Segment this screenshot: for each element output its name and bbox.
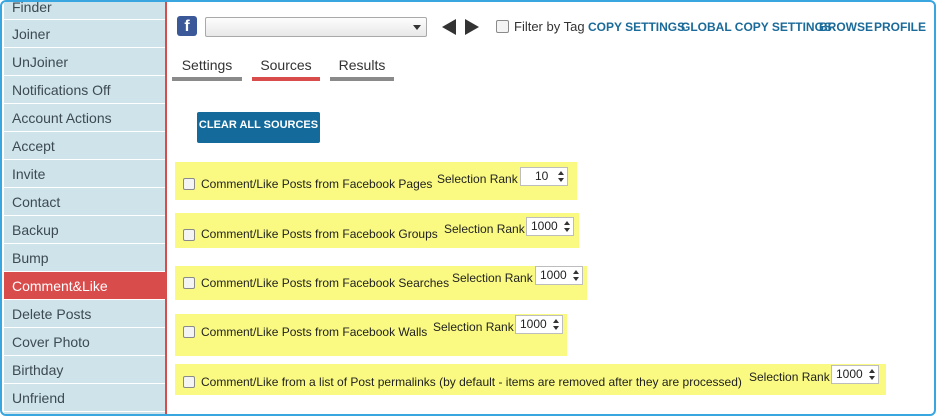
global-copy-settings-link[interactable]: GLOBAL COPY SETTINGS bbox=[681, 20, 832, 34]
sidebar-item-delete-posts[interactable]: Delete Posts bbox=[4, 300, 165, 328]
spinner-arrows-icon[interactable] bbox=[563, 220, 571, 234]
source-checkbox[interactable] bbox=[183, 178, 195, 190]
source-row-searches: Comment/Like Posts from Facebook Searche… bbox=[175, 266, 587, 300]
source-checkbox[interactable] bbox=[183, 326, 195, 338]
tab-sources[interactable]: Sources bbox=[252, 57, 320, 81]
browse-link[interactable]: BROWSE bbox=[819, 20, 873, 34]
clear-all-sources-button[interactable]: CLEAR ALL SOURCES bbox=[197, 112, 320, 143]
sidebar-item-backup[interactable]: Backup bbox=[4, 216, 165, 244]
selection-rank-value: 10 bbox=[535, 169, 549, 183]
selection-rank-stepper[interactable]: 1000 bbox=[515, 315, 563, 334]
source-checkbox[interactable] bbox=[183, 376, 195, 388]
source-label: Comment/Like Posts from Facebook Walls bbox=[201, 325, 428, 339]
tab-underline bbox=[172, 77, 242, 81]
chevron-down-icon bbox=[413, 25, 421, 30]
sidebar-item-finder[interactable]: Finder bbox=[4, 2, 165, 20]
sidebar-item-bump[interactable]: Bump bbox=[4, 244, 165, 272]
selection-rank-label: Selection Rank bbox=[444, 222, 525, 236]
sidebar-item-joiner[interactable]: Joiner bbox=[4, 20, 165, 48]
previous-account-button[interactable] bbox=[442, 19, 456, 35]
source-label: Comment/Like from a list of Post permali… bbox=[201, 375, 742, 389]
selection-rank-value: 1000 bbox=[520, 317, 547, 331]
spinner-arrows-icon[interactable] bbox=[572, 269, 580, 283]
sidebar-item-accept[interactable]: Accept bbox=[4, 132, 165, 160]
source-label: Comment/Like Posts from Facebook Groups bbox=[201, 227, 438, 241]
source-row-pages: Comment/Like Posts from Facebook Pages S… bbox=[175, 162, 577, 200]
copy-settings-link[interactable]: COPY SETTINGS bbox=[588, 20, 685, 34]
selection-rank-value: 1000 bbox=[540, 268, 567, 282]
selection-rank-label: Selection Rank bbox=[437, 172, 518, 186]
sidebar-item-birthday[interactable]: Birthday bbox=[4, 356, 165, 384]
source-label: Comment/Like Posts from Facebook Searche… bbox=[201, 276, 450, 290]
sidebar-item-unfriend[interactable]: Unfriend bbox=[4, 384, 165, 412]
tab-underline-active bbox=[252, 77, 320, 81]
source-checkbox[interactable] bbox=[183, 277, 195, 289]
sidebar-item-invite[interactable]: Invite bbox=[4, 160, 165, 188]
source-checkbox[interactable] bbox=[183, 229, 195, 241]
sidebar-item-unjoiner[interactable]: UnJoiner bbox=[4, 48, 165, 76]
app-frame: Finder Joiner UnJoiner Notifications Off… bbox=[0, 0, 936, 416]
sidebar-item-notifications-off[interactable]: Notifications Off bbox=[4, 76, 165, 104]
source-row-walls: Comment/Like Posts from Facebook Walls S… bbox=[175, 314, 567, 356]
next-account-button[interactable] bbox=[465, 19, 479, 35]
selection-rank-value: 1000 bbox=[531, 219, 558, 233]
filter-by-tag-label: Filter by Tag bbox=[514, 19, 585, 34]
sidebar: Finder Joiner UnJoiner Notifications Off… bbox=[4, 2, 167, 414]
tab-settings-label: Settings bbox=[181, 57, 233, 73]
source-label: Comment/Like Posts from Facebook Pages bbox=[201, 177, 433, 191]
source-row-permalinks: Comment/Like from a list of Post permali… bbox=[175, 364, 886, 395]
spinner-arrows-icon[interactable] bbox=[552, 318, 560, 332]
selection-rank-value: 1000 bbox=[836, 367, 863, 381]
facebook-icon: f bbox=[177, 16, 197, 36]
tab-settings[interactable]: Settings bbox=[172, 57, 242, 81]
selection-rank-stepper[interactable]: 10 bbox=[520, 167, 568, 186]
tab-results-label: Results bbox=[338, 57, 386, 73]
selection-rank-label: Selection Rank bbox=[749, 370, 830, 384]
selection-rank-label: Selection Rank bbox=[433, 320, 514, 334]
sidebar-item-contact[interactable]: Contact bbox=[4, 188, 165, 216]
account-select[interactable] bbox=[205, 17, 427, 37]
spinner-arrows-icon[interactable] bbox=[868, 368, 876, 382]
profile-link[interactable]: PROFILE bbox=[874, 20, 926, 34]
toolbar: f Filter by Tag COPY SETTINGS GLOBAL COP… bbox=[174, 14, 934, 40]
tab-underline bbox=[330, 77, 394, 81]
selection-rank-stepper[interactable]: 1000 bbox=[535, 266, 583, 285]
spinner-arrows-icon[interactable] bbox=[557, 170, 565, 184]
source-row-groups: Comment/Like Posts from Facebook Groups … bbox=[175, 213, 579, 248]
selection-rank-stepper[interactable]: 1000 bbox=[526, 217, 574, 236]
selection-rank-label: Selection Rank bbox=[452, 271, 533, 285]
filter-by-tag-checkbox[interactable] bbox=[496, 20, 509, 33]
tab-sources-label: Sources bbox=[260, 57, 312, 73]
sidebar-item-comment-like[interactable]: Comment&Like bbox=[4, 272, 165, 300]
sidebar-item-cover-photo[interactable]: Cover Photo bbox=[4, 328, 165, 356]
sidebar-item-account-actions[interactable]: Account Actions bbox=[4, 104, 165, 132]
selection-rank-stepper[interactable]: 1000 bbox=[831, 365, 879, 384]
tab-results[interactable]: Results bbox=[330, 57, 394, 81]
